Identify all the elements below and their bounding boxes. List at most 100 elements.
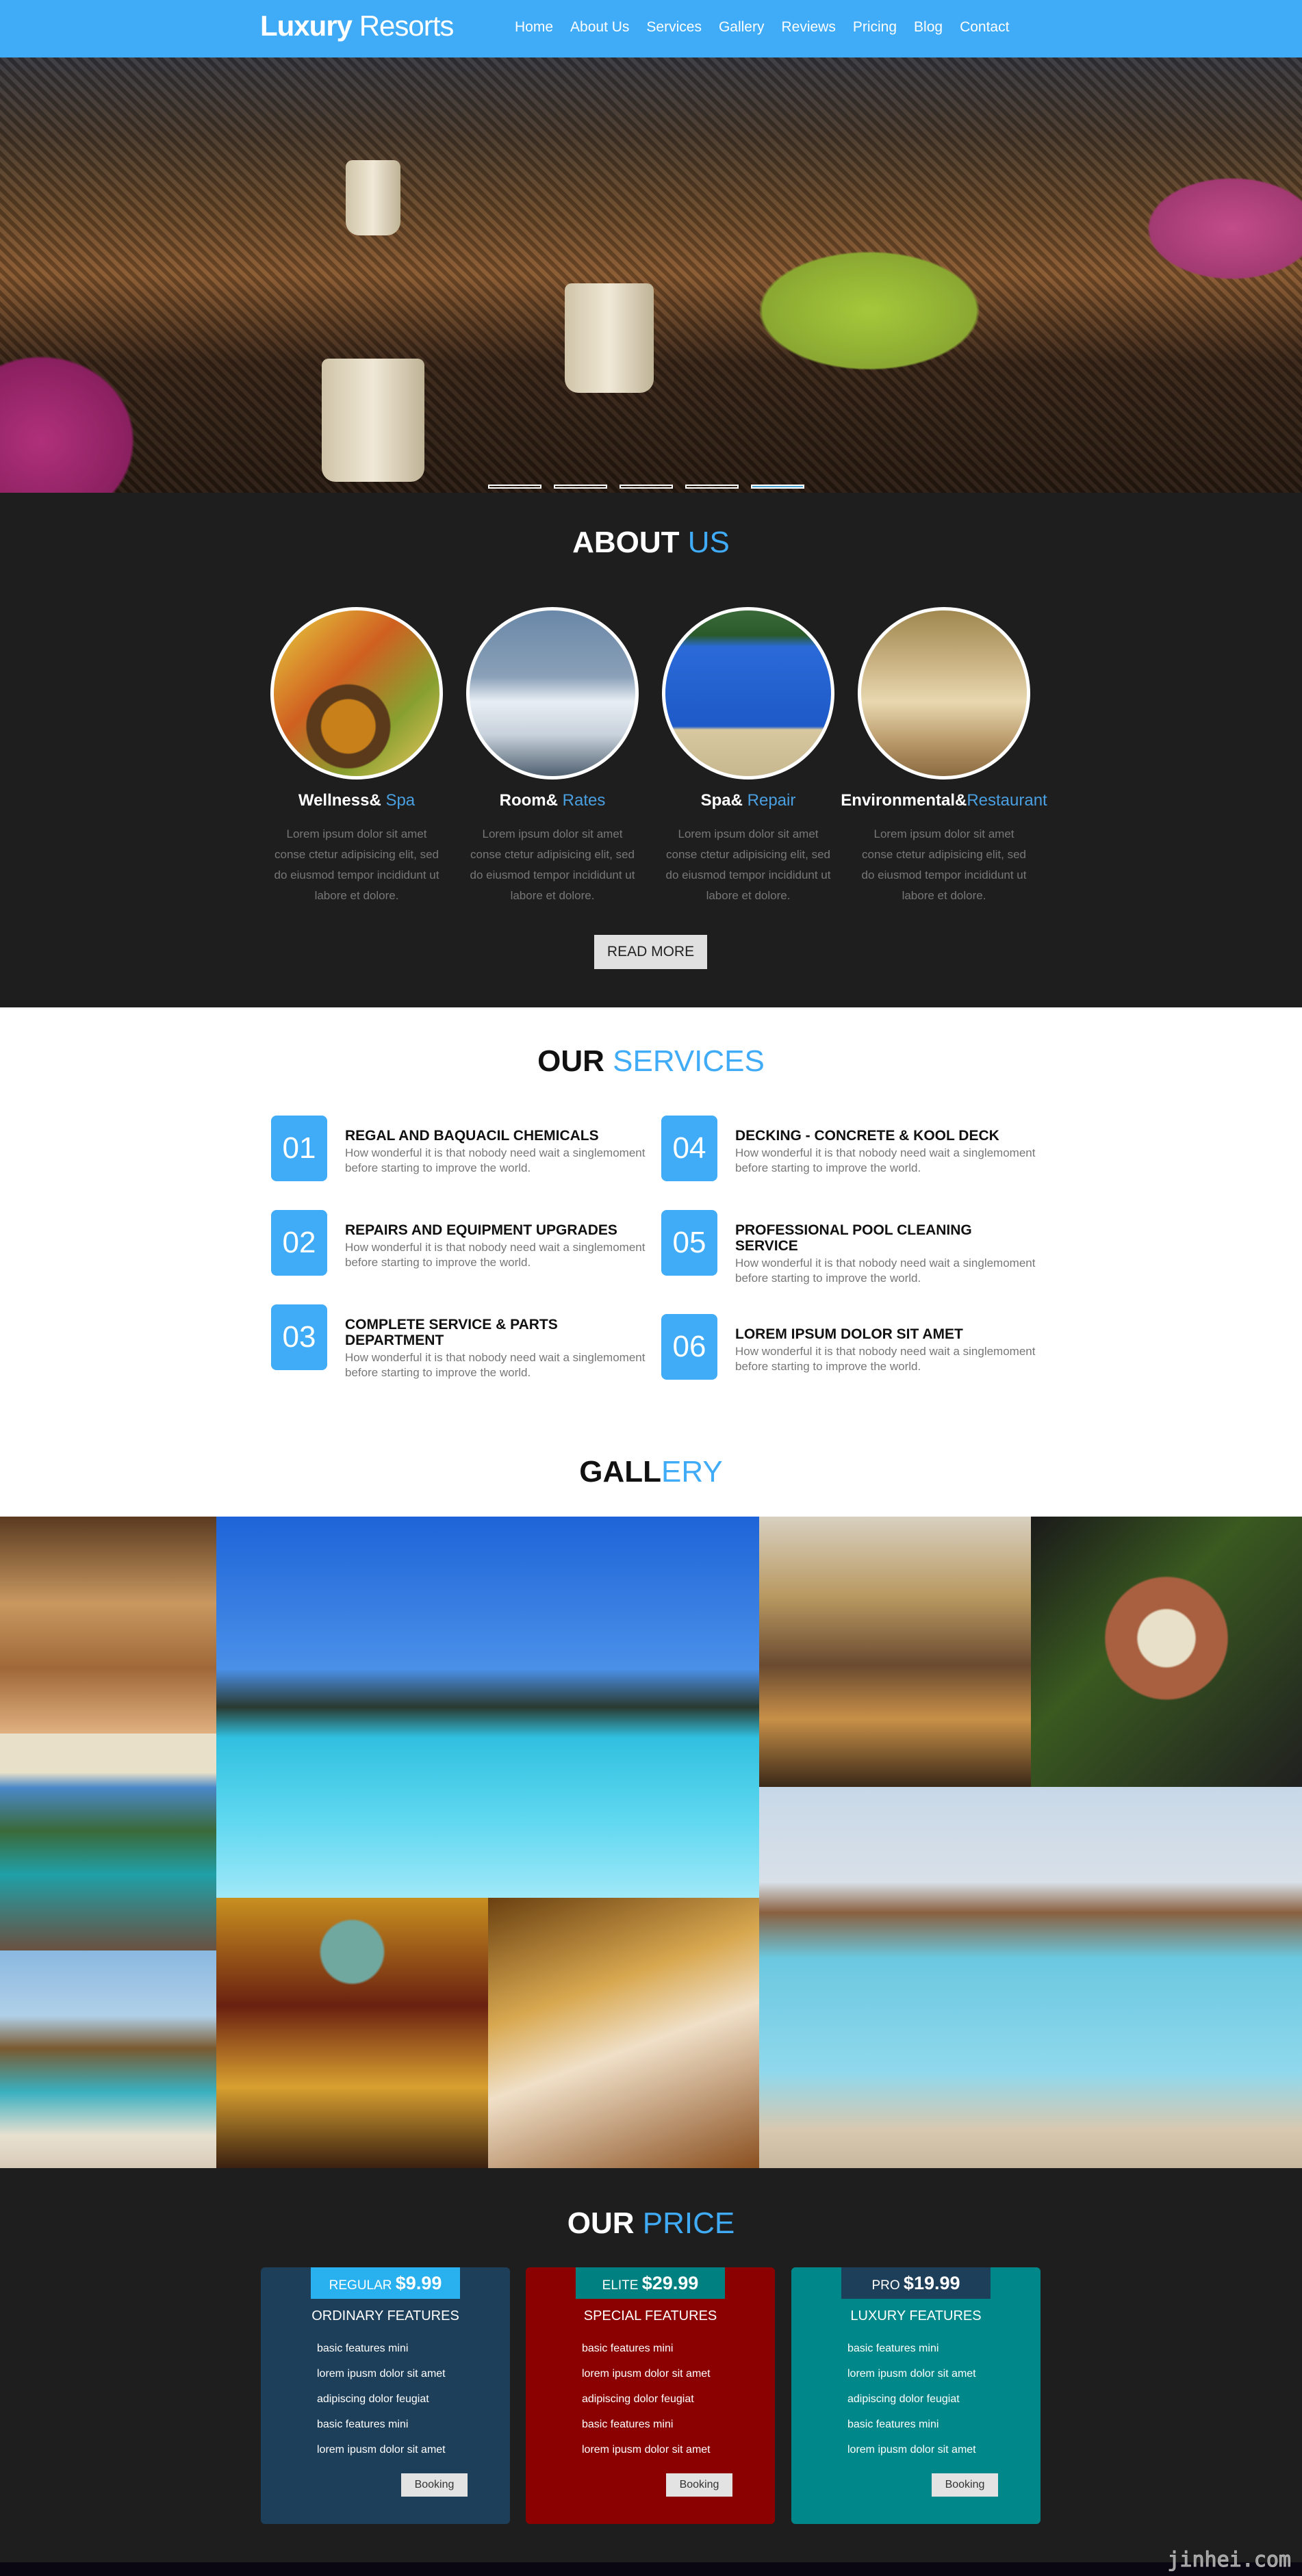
service-desc: How wonderful it is that nobody need wai…	[345, 1146, 646, 1174]
about-section: ABOUT US Wellness& Spa Room& Rates Spa& …	[0, 493, 1302, 1007]
pricing-card-pro: PRO $19.99 LUXURY FEATURES basic feature…	[791, 2267, 1041, 2524]
pricing-card-regular: REGULAR $9.99 ORDINARY FEATURES basic fe…	[261, 2267, 510, 2524]
about-item-title: Wellness& Spa	[254, 791, 459, 810]
features-title: ORDINARY FEATURES	[311, 2308, 459, 2323]
gallery-image-lobby[interactable]	[0, 1517, 216, 1734]
service-desc: How wonderful it is that nobody need wai…	[345, 1241, 646, 1269]
title-highlight: Rates	[562, 791, 606, 810]
features-list: basic features mini lorem ipusm dolor si…	[582, 2343, 711, 2469]
service-number: 06	[661, 1314, 717, 1380]
feature-item: lorem ipusm dolor sit amet	[317, 2368, 446, 2380]
feature-item: basic features mini	[317, 2343, 409, 2354]
slide-indicator[interactable]	[488, 485, 541, 489]
gallery-image-dining[interactable]	[759, 1517, 1031, 1787]
feature-item: basic features mini	[317, 2419, 409, 2430]
pricing-card-elite: ELITE $29.99 SPECIAL FEATURES basic feat…	[526, 2267, 775, 2524]
about-item-title: Room& Rates	[450, 791, 655, 810]
price-tab: PRO $19.99	[841, 2267, 991, 2299]
logo-bold: Luxury	[260, 10, 353, 42]
title-part: OUR	[567, 2206, 643, 2240]
title-highlight: US	[687, 526, 730, 559]
feature-item: adipiscing dolor feugiat	[582, 2393, 694, 2405]
logo-rest: Resorts	[352, 10, 455, 42]
title-part: GALL	[579, 1455, 662, 1489]
plan-tier: REGULAR	[329, 2278, 396, 2293]
title-highlight: ERY	[661, 1455, 723, 1489]
gallery-image-pool[interactable]	[216, 1517, 759, 1898]
service-title: COMPLETE SERVICE & PARTS DEPARTMENT	[345, 1317, 558, 1348]
booking-button[interactable]: Booking	[666, 2473, 732, 2497]
service-number: 05	[661, 1210, 717, 1276]
about-item-text: Lorem ipsum dolor sit amet conse ctetur …	[470, 827, 635, 902]
site-header: Luxury Resorts Home About Us Services Ga…	[0, 0, 1302, 57]
pricing-section: OUR PRICE REGULAR $9.99 ORDINARY FEATURE…	[0, 2168, 1302, 2562]
feature-item: lorem ipusm dolor sit amet	[847, 2368, 976, 2380]
nav-pricing[interactable]: Pricing	[853, 19, 897, 36]
features-list: basic features mini lorem ipusm dolor si…	[317, 2343, 446, 2469]
nav-services[interactable]: Services	[646, 19, 702, 36]
gallery-image-beach-hut[interactable]	[0, 1950, 216, 2168]
title-highlight: SERVICES	[613, 1044, 765, 1078]
title-part: Wellness&	[298, 791, 386, 810]
feature-item: lorem ipusm dolor sit amet	[317, 2444, 446, 2456]
plan-price: $19.99	[903, 2273, 960, 2293]
section-title: GALLERY	[0, 1455, 1302, 1489]
plan-tier: ELITE	[602, 2278, 642, 2293]
about-item-text: Lorem ipsum dolor sit amet conse ctetur …	[665, 827, 831, 902]
about-item-text: Lorem ipsum dolor sit amet conse ctetur …	[861, 827, 1027, 902]
price-tab: REGULAR $9.99	[311, 2267, 460, 2299]
service-title: REGAL AND BAQUACIL CHEMICALS	[345, 1128, 599, 1144]
price-tab: ELITE $29.99	[576, 2267, 725, 2299]
service-number: 03	[271, 1304, 327, 1370]
service-desc: How wonderful it is that nobody need wai…	[735, 1146, 1036, 1174]
watermark: jinhei.com	[1167, 2548, 1292, 2572]
plan-price: $9.99	[395, 2273, 442, 2293]
slide-indicator[interactable]	[685, 485, 739, 489]
booking-button[interactable]: Booking	[932, 2473, 998, 2497]
about-item-text: Lorem ipsum dolor sit amet conse ctetur …	[274, 827, 439, 902]
slider-indicators	[488, 485, 804, 489]
feature-item: adipiscing dolor feugiat	[847, 2393, 960, 2405]
read-more-button[interactable]: READ MORE	[594, 935, 707, 969]
nav-home[interactable]: Home	[515, 19, 553, 36]
service-title: DECKING - CONCRETE & KOOL DECK	[735, 1128, 999, 1144]
features-title: LUXURY FEATURES	[850, 2308, 982, 2323]
plan-tier: PRO	[871, 2278, 904, 2293]
mug-image	[346, 160, 400, 235]
title-highlight: Repair	[747, 791, 796, 810]
hero-slider	[0, 57, 1302, 493]
about-item-title: Spa& Repair	[646, 791, 851, 810]
logo[interactable]: Luxury Resorts	[260, 10, 455, 42]
nav-about[interactable]: About Us	[570, 19, 629, 36]
footer-bar	[0, 2562, 1302, 2576]
features-list: basic features mini lorem ipusm dolor si…	[847, 2343, 976, 2469]
slide-indicator[interactable]	[554, 485, 607, 489]
booking-button[interactable]: Booking	[401, 2473, 468, 2497]
features-title: SPECIAL FEATURES	[583, 2308, 717, 2323]
slide-indicator[interactable]	[620, 485, 673, 489]
nav-gallery[interactable]: Gallery	[719, 19, 765, 36]
feature-item: basic features mini	[847, 2343, 939, 2354]
service-number: 01	[271, 1116, 327, 1181]
title-part: ABOUT	[572, 526, 688, 559]
about-item-title: Environmental&Restaurant	[828, 791, 1060, 810]
feature-item: lorem ipusm dolor sit amet	[582, 2368, 711, 2380]
service-desc: How wonderful it is that nobody need wai…	[735, 1345, 1036, 1373]
mug-image	[565, 283, 654, 393]
title-part: OUR	[537, 1044, 613, 1078]
gallery-image-hall[interactable]	[216, 1898, 488, 2168]
title-part: Environmental&	[841, 791, 967, 810]
section-title: ABOUT US	[0, 526, 1302, 560]
wellness-image	[270, 607, 443, 780]
gallery-image-bedroom[interactable]	[488, 1898, 759, 2168]
gallery-image-lounge[interactable]	[0, 1734, 216, 1950]
nav-reviews[interactable]: Reviews	[781, 19, 835, 36]
gallery-image-dish[interactable]	[1031, 1517, 1302, 1787]
slide-indicator-active[interactable]	[751, 485, 804, 489]
nav-contact[interactable]: Contact	[960, 19, 1009, 36]
feature-item: lorem ipusm dolor sit amet	[847, 2444, 976, 2456]
service-title: PROFESSIONAL POOL CLEANING SERVICE	[735, 1222, 972, 1254]
nav-blog[interactable]: Blog	[914, 19, 943, 36]
gallery-image-water-park[interactable]	[759, 1787, 1302, 2168]
feature-item: adipiscing dolor feugiat	[317, 2393, 429, 2405]
